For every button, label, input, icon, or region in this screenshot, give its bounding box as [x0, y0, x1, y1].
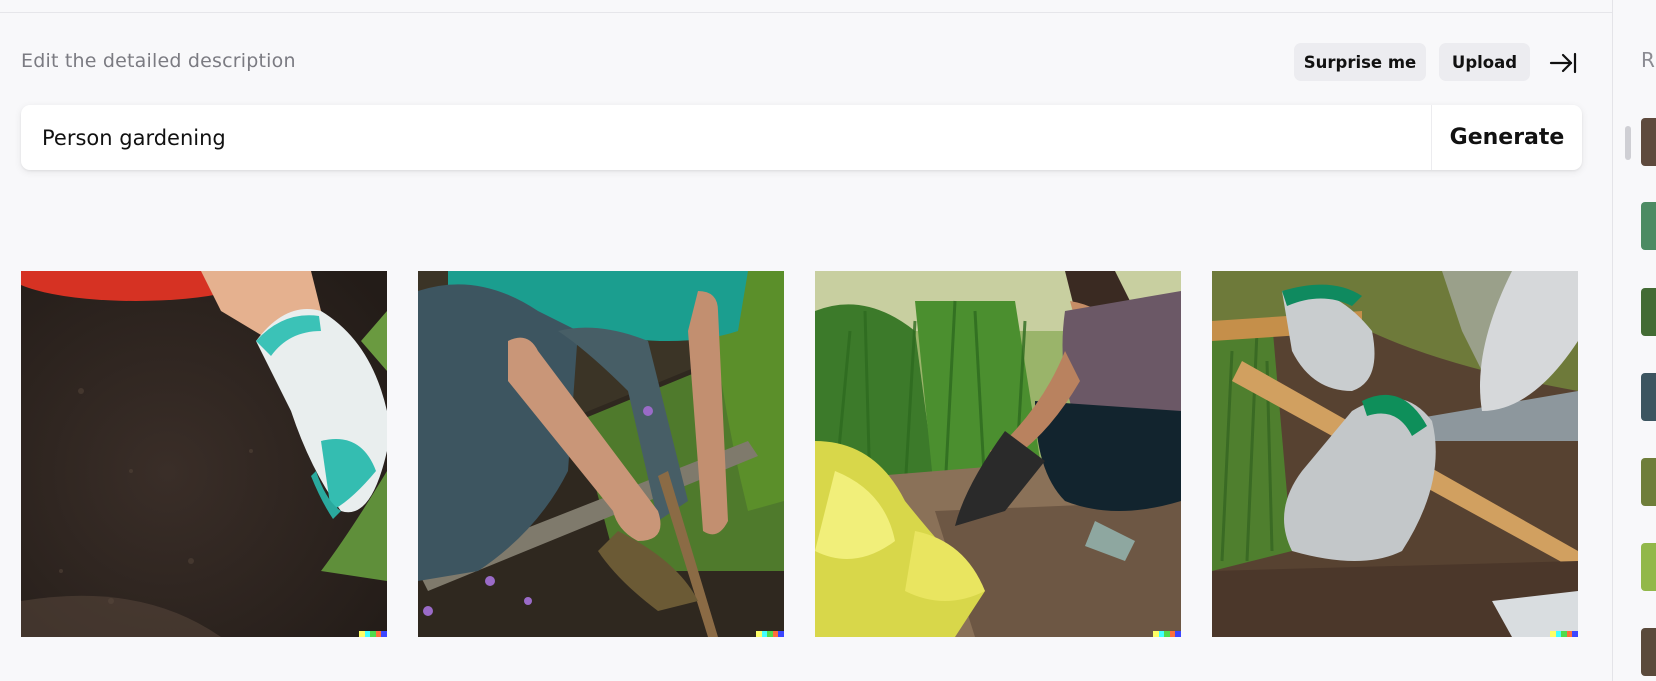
sidebar-scrollbar[interactable] — [1625, 126, 1631, 160]
history-thumbnail[interactable] — [1641, 202, 1656, 250]
image-signature-badge — [756, 631, 784, 637]
image-signature-badge — [359, 631, 387, 637]
surprise-me-button[interactable]: Surprise me — [1294, 43, 1426, 81]
history-thumbnail[interactable] — [1641, 288, 1656, 336]
upload-button[interactable]: Upload — [1439, 43, 1530, 81]
generate-button[interactable]: Generate — [1432, 105, 1582, 170]
history-thumbnail[interactable] — [1641, 628, 1656, 676]
result-image-1[interactable] — [21, 271, 387, 637]
prompt-bar: Generate — [21, 105, 1582, 170]
history-thumbnail[interactable] — [1641, 373, 1656, 421]
image-signature-badge — [1550, 631, 1578, 637]
history-thumbnail[interactable] — [1641, 458, 1656, 506]
history-sidebar: R — [1612, 0, 1656, 681]
editor-area: Edit the detailed description Surprise m… — [0, 0, 1612, 681]
description-hint: Edit the detailed description — [21, 50, 296, 72]
history-thumbnail[interactable] — [1641, 118, 1656, 166]
result-image-4[interactable] — [1212, 271, 1578, 637]
result-image-2[interactable] — [418, 271, 784, 637]
collapse-sidebar-icon[interactable] — [1548, 49, 1578, 77]
prompt-input[interactable] — [21, 105, 1431, 170]
top-divider — [0, 0, 1612, 13]
history-thumbnail[interactable] — [1641, 543, 1656, 591]
image-signature-badge — [1153, 631, 1181, 637]
result-image-3[interactable] — [815, 271, 1181, 637]
sidebar-title: R — [1641, 48, 1655, 72]
